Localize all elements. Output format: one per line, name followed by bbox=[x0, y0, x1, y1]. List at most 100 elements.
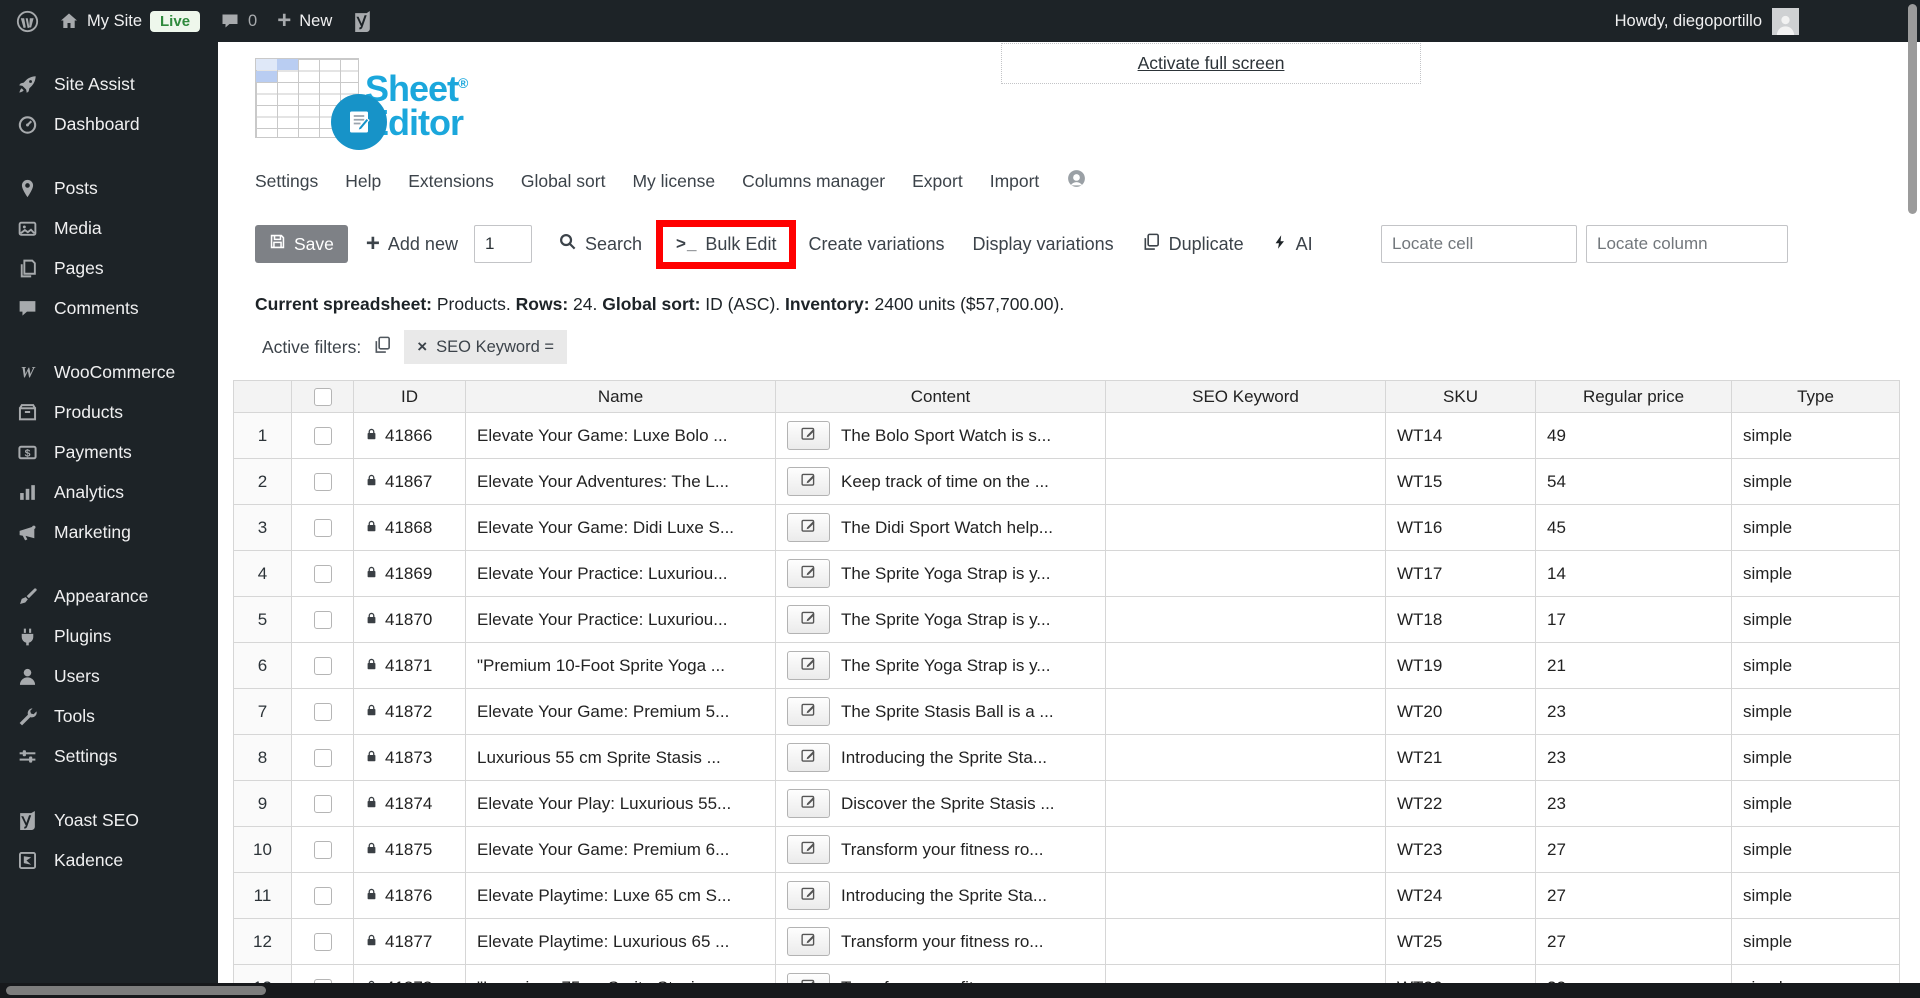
save-button[interactable]: Save bbox=[255, 225, 348, 263]
cell-id[interactable]: 41876 bbox=[353, 872, 466, 919]
cell-type[interactable]: simple bbox=[1731, 504, 1900, 551]
cell-regular-price[interactable]: 27 bbox=[1535, 918, 1732, 965]
row-number[interactable]: 1 bbox=[233, 412, 292, 459]
menu-item-extensions[interactable]: Extensions bbox=[408, 171, 494, 192]
cell-name[interactable]: Elevate Your Practice: Luxuriou... bbox=[465, 550, 776, 597]
cell-name[interactable]: Elevate Your Game: Luxe Bolo ... bbox=[465, 412, 776, 459]
cell-sku[interactable]: WT21 bbox=[1385, 734, 1536, 781]
cell-name[interactable]: Elevate Playtime: Luxe 65 cm S... bbox=[465, 872, 776, 919]
sidebar-item-plugins[interactable]: Plugins bbox=[0, 616, 218, 656]
yoast-menu-button[interactable] bbox=[352, 10, 373, 33]
cell-content[interactable]: Discover the Sprite Stasis ... bbox=[775, 780, 1106, 827]
sidebar-item-media[interactable]: Media bbox=[0, 208, 218, 248]
edit-content-button[interactable] bbox=[787, 743, 830, 772]
edit-content-button[interactable] bbox=[787, 881, 830, 910]
sidebar-item-settings[interactable]: Settings bbox=[0, 736, 218, 776]
cell-seo-keyword[interactable] bbox=[1105, 412, 1386, 459]
cell-content[interactable]: The Sprite Yoga Strap is y... bbox=[775, 642, 1106, 689]
menu-item-help[interactable]: Help bbox=[345, 171, 381, 192]
cell-sku[interactable]: WT15 bbox=[1385, 458, 1536, 505]
cell-name[interactable]: Elevate Your Game: Premium 5... bbox=[465, 688, 776, 735]
display-variations-button[interactable]: Display variations bbox=[973, 234, 1114, 255]
avatar[interactable] bbox=[1772, 7, 1799, 35]
cell-type[interactable]: simple bbox=[1731, 458, 1900, 505]
cell-regular-price[interactable]: 27 bbox=[1535, 872, 1732, 919]
horizontal-scrollbar[interactable] bbox=[0, 983, 1920, 998]
cell-type[interactable]: simple bbox=[1731, 918, 1900, 965]
cell-id[interactable]: 41877 bbox=[353, 918, 466, 965]
cell-seo-keyword[interactable] bbox=[1105, 826, 1386, 873]
sidebar-item-posts[interactable]: Posts bbox=[0, 168, 218, 208]
row-checkbox[interactable] bbox=[313, 427, 332, 446]
cell-name[interactable]: Elevate Your Adventures: The L... bbox=[465, 458, 776, 505]
cell-type[interactable]: simple bbox=[1731, 872, 1900, 919]
cell-type[interactable]: simple bbox=[1731, 734, 1900, 781]
column-header-id[interactable]: ID bbox=[353, 380, 466, 413]
column-header-sku[interactable]: SKU bbox=[1385, 380, 1536, 413]
cell-content[interactable]: Keep track of time on the ... bbox=[775, 458, 1106, 505]
cell-sku[interactable]: WT17 bbox=[1385, 550, 1536, 597]
cell-sku[interactable]: WT18 bbox=[1385, 596, 1536, 643]
sidebar-item-dashboard[interactable]: Dashboard bbox=[0, 104, 218, 144]
row-checkbox[interactable] bbox=[313, 565, 332, 584]
filter-chip[interactable]: × SEO Keyword = bbox=[404, 330, 567, 364]
cell-regular-price[interactable]: 23 bbox=[1535, 734, 1732, 781]
sidebar-item-products[interactable]: Products bbox=[0, 392, 218, 432]
row-number[interactable]: 2 bbox=[233, 458, 292, 505]
locate-cell-input[interactable] bbox=[1381, 225, 1577, 263]
menu-item-global-sort[interactable]: Global sort bbox=[521, 171, 606, 192]
menu-item-export[interactable]: Export bbox=[912, 171, 963, 192]
cell-seo-keyword[interactable] bbox=[1105, 642, 1386, 689]
edit-content-button[interactable] bbox=[787, 697, 830, 726]
corner-header-cell[interactable] bbox=[233, 380, 292, 413]
cell-seo-keyword[interactable] bbox=[1105, 734, 1386, 781]
row-checkbox[interactable] bbox=[313, 657, 332, 676]
edit-content-button[interactable] bbox=[787, 605, 830, 634]
menu-item-settings[interactable]: Settings bbox=[255, 171, 318, 192]
cell-seo-keyword[interactable] bbox=[1105, 504, 1386, 551]
cell-content[interactable]: The Sprite Yoga Strap is y... bbox=[775, 550, 1106, 597]
ai-button[interactable]: AI bbox=[1272, 233, 1313, 256]
column-header-type[interactable]: Type bbox=[1731, 380, 1900, 413]
row-number[interactable]: 7 bbox=[233, 688, 292, 735]
comments-button[interactable]: 0 bbox=[220, 11, 257, 31]
cell-regular-price[interactable]: 27 bbox=[1535, 826, 1732, 873]
edit-content-button[interactable] bbox=[787, 513, 830, 542]
cell-sku[interactable]: WT23 bbox=[1385, 826, 1536, 873]
edit-content-button[interactable] bbox=[787, 927, 830, 956]
new-button[interactable]: + New bbox=[277, 9, 332, 33]
cell-content[interactable]: Transform your fitness ro... bbox=[775, 918, 1106, 965]
cell-content[interactable]: The Didi Sport Watch help... bbox=[775, 504, 1106, 551]
row-number[interactable]: 9 bbox=[233, 780, 292, 827]
row-checkbox[interactable] bbox=[313, 703, 332, 722]
row-number[interactable]: 5 bbox=[233, 596, 292, 643]
cell-id[interactable]: 41871 bbox=[353, 642, 466, 689]
column-header-content[interactable]: Content bbox=[775, 380, 1106, 413]
menu-item-my-license[interactable]: My license bbox=[632, 171, 715, 192]
cell-id[interactable]: 41866 bbox=[353, 412, 466, 459]
sidebar-item-site-assist[interactable]: Site Assist bbox=[0, 64, 218, 104]
cell-name[interactable]: "Premium 10-Foot Sprite Yoga ... bbox=[465, 642, 776, 689]
cell-name[interactable]: Luxurious 55 cm Sprite Stasis ... bbox=[465, 734, 776, 781]
cell-seo-keyword[interactable] bbox=[1105, 458, 1386, 505]
cell-seo-keyword[interactable] bbox=[1105, 780, 1386, 827]
sidebar-item-comments[interactable]: Comments bbox=[0, 288, 218, 328]
cell-seo-keyword[interactable] bbox=[1105, 688, 1386, 735]
duplicate-button[interactable]: Duplicate bbox=[1142, 232, 1244, 256]
edit-content-button[interactable] bbox=[787, 651, 830, 680]
cell-content[interactable]: The Sprite Yoga Strap is y... bbox=[775, 596, 1106, 643]
cell-regular-price[interactable]: 14 bbox=[1535, 550, 1732, 597]
cell-id[interactable]: 41870 bbox=[353, 596, 466, 643]
cell-id[interactable]: 41867 bbox=[353, 458, 466, 505]
menu-item-import[interactable]: Import bbox=[990, 171, 1040, 192]
my-site-button[interactable]: My Site Live bbox=[59, 10, 201, 32]
column-header-regular-price[interactable]: Regular price bbox=[1535, 380, 1732, 413]
cell-content[interactable]: The Bolo Sport Watch is s... bbox=[775, 412, 1106, 459]
cell-id[interactable]: 41874 bbox=[353, 780, 466, 827]
cell-regular-price[interactable]: 49 bbox=[1535, 412, 1732, 459]
sidebar-item-marketing[interactable]: Marketing bbox=[0, 512, 218, 552]
edit-content-button[interactable] bbox=[787, 835, 830, 864]
cell-sku[interactable]: WT20 bbox=[1385, 688, 1536, 735]
row-checkbox[interactable] bbox=[313, 473, 332, 492]
cell-name[interactable]: Elevate Playtime: Luxurious 65 ... bbox=[465, 918, 776, 965]
